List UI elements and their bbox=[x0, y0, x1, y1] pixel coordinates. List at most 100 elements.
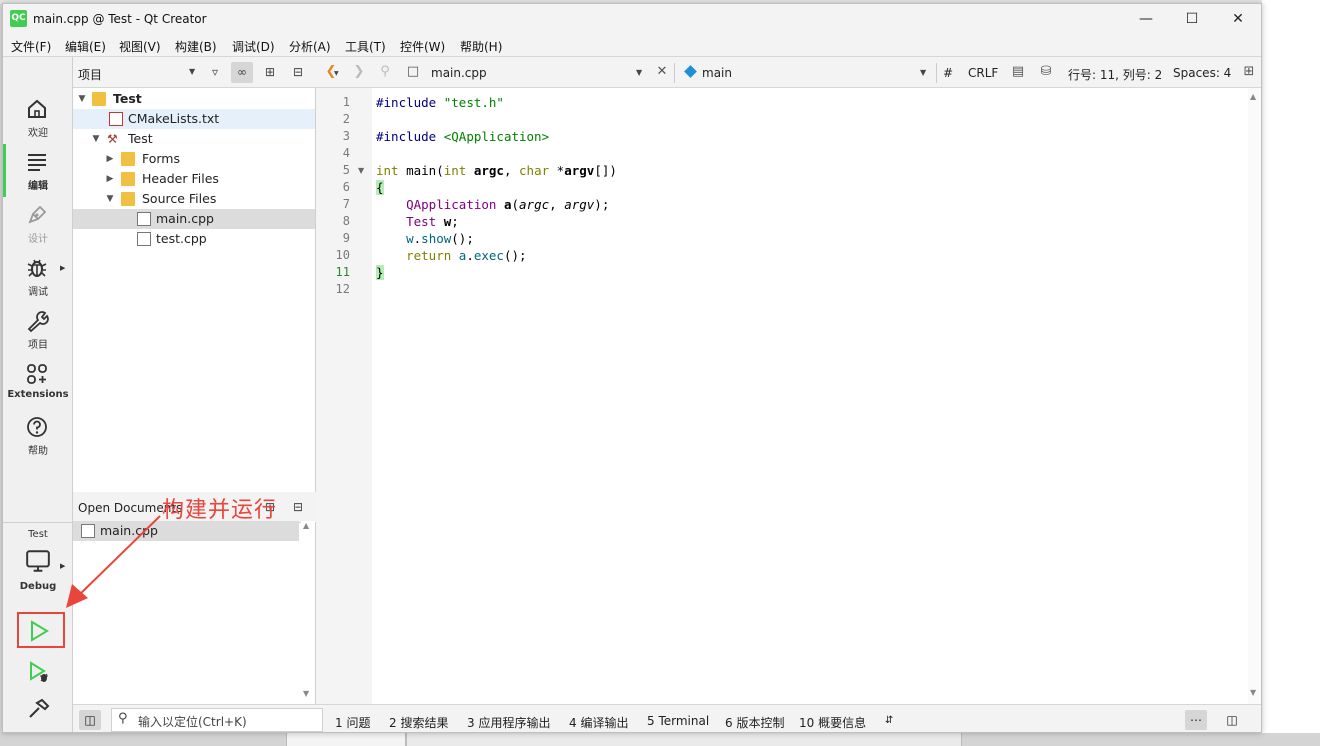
build-hammer-icon[interactable] bbox=[27, 697, 51, 721]
toggle-sidebar-icon[interactable]: ◫ bbox=[79, 710, 101, 730]
run-icon[interactable] bbox=[27, 619, 51, 643]
chevron-down-icon[interactable]: ▼ bbox=[920, 68, 926, 77]
line-ending-selector[interactable]: CRLF bbox=[968, 66, 998, 80]
cpp-file-icon bbox=[137, 232, 151, 246]
database-icon[interactable]: ⛁ bbox=[1037, 63, 1055, 81]
mode-help[interactable]: 帮助 bbox=[3, 409, 73, 462]
chevron-down-icon[interactable]: ▼ bbox=[104, 189, 116, 209]
close-icon[interactable]: ✕ bbox=[1215, 4, 1261, 34]
tree-item-target[interactable]: ▼ ⚒ Test bbox=[73, 129, 315, 149]
indentation-setting[interactable]: Spaces: 4 bbox=[1173, 66, 1231, 80]
mode-design[interactable]: 设计 bbox=[3, 197, 73, 250]
tree-item-cmakelists[interactable]: CMakeLists.txt bbox=[73, 109, 315, 129]
projects-view-selector[interactable]: 项目 bbox=[78, 66, 102, 83]
tree-item-source-files[interactable]: ▼ Source Files bbox=[73, 189, 315, 209]
close-document-icon[interactable]: ✕ bbox=[653, 63, 671, 81]
mode-edit[interactable]: 编辑 bbox=[3, 144, 73, 197]
cursor-position[interactable]: 行号: 11, 列号: 2 bbox=[1068, 66, 1162, 83]
toggle-right-sidebar-icon[interactable]: ◫ bbox=[1221, 710, 1243, 730]
line-number: 12 bbox=[335, 282, 350, 296]
line-number: 9 bbox=[342, 231, 350, 245]
tree-item-test-cpp[interactable]: test.cpp bbox=[73, 229, 315, 249]
collapse-pane-icon[interactable]: ⊟ bbox=[287, 62, 309, 83]
fold-marker-icon[interactable]: ▼ bbox=[358, 166, 364, 175]
tree-label: Forms bbox=[142, 151, 181, 166]
menu-debug[interactable]: 调试(D) bbox=[232, 38, 275, 55]
code-line-7: QApplication a(argc, argv); bbox=[406, 197, 610, 212]
qt-creator-logo-icon: QC bbox=[10, 10, 27, 27]
output-tab-compile-output[interactable]: 4 编译输出 bbox=[569, 714, 628, 731]
mode-help-label: 帮助 bbox=[28, 446, 48, 457]
tree-label: Test bbox=[113, 91, 142, 106]
mode-debug[interactable]: ▶ 调试 bbox=[3, 250, 73, 303]
output-tab-application-output[interactable]: 3 应用程序输出 bbox=[467, 714, 550, 731]
output-tab-issues[interactable]: 1 问题 bbox=[335, 714, 370, 731]
menu-build[interactable]: 构建(B) bbox=[175, 38, 217, 55]
filter-icon[interactable]: ▿ bbox=[204, 62, 226, 83]
current-symbol[interactable]: main bbox=[702, 66, 732, 80]
menu-edit[interactable]: 编辑(E) bbox=[65, 38, 106, 55]
chevron-down-icon[interactable]: ▼ bbox=[76, 89, 88, 109]
code-line-1: #include "test.h" bbox=[376, 95, 504, 110]
tree-label: test.cpp bbox=[156, 231, 207, 246]
scroll-down-icon[interactable]: ▼ bbox=[303, 689, 309, 698]
tree-item-header-files[interactable]: ▶ Header Files bbox=[73, 169, 315, 189]
code-editor[interactable]: #include "test.h" #include <QApplication… bbox=[372, 88, 1248, 704]
menu-tools[interactable]: 工具(T) bbox=[345, 38, 386, 55]
menu-analyze[interactable]: 分析(A) bbox=[289, 38, 331, 55]
chevron-down-icon[interactable]: ▼ bbox=[334, 70, 339, 77]
menu-help[interactable]: 帮助(H) bbox=[460, 38, 502, 55]
mode-debug-label: 调试 bbox=[28, 287, 48, 298]
split-add-icon[interactable]: ⊞ bbox=[1240, 63, 1258, 81]
output-tab-general-messages[interactable]: 10 概要信息 bbox=[799, 714, 866, 731]
menu-file[interactable]: 文件(F) bbox=[11, 38, 51, 55]
tree-item-root-project[interactable]: ▼ Test bbox=[73, 89, 315, 109]
tree-item-main-cpp[interactable]: main.cpp bbox=[73, 209, 315, 229]
chevron-down-icon[interactable]: ▼ bbox=[189, 67, 195, 76]
hash-button[interactable]: # bbox=[943, 66, 953, 80]
toggle-output-pane-icon[interactable]: ⋯ bbox=[1185, 710, 1207, 730]
mode-extensions-label: Extensions bbox=[7, 389, 69, 400]
code-line-11: } bbox=[376, 265, 384, 280]
output-tab-version-control[interactable]: 6 版本控制 bbox=[725, 714, 784, 731]
chevron-right-icon[interactable]: ▶ bbox=[104, 169, 116, 189]
mode-projects-label: 项目 bbox=[28, 340, 48, 351]
scroll-up-icon[interactable]: ▲ bbox=[303, 521, 309, 530]
collapse-pane-icon[interactable]: ⊟ bbox=[287, 497, 309, 518]
lock-icon[interactable]: ⚲ bbox=[376, 63, 394, 81]
forward-icon[interactable]: ❯ bbox=[350, 63, 368, 81]
menu-view[interactable]: 视图(V) bbox=[119, 38, 161, 55]
chevron-right-icon[interactable]: ▶ bbox=[104, 149, 116, 169]
line-number: 8 bbox=[342, 214, 350, 228]
target-hammer-icon: ⚒ bbox=[107, 132, 118, 146]
editor-toolbar: ❮ ▼ ❯ ⚲ □ main.cpp ▼ ✕ main ▼ # CRLF ▤ ⛁… bbox=[316, 57, 1261, 88]
home-icon bbox=[28, 99, 46, 118]
cpp-file-icon: □ bbox=[406, 64, 420, 79]
split-add-icon[interactable]: ⊞ bbox=[259, 62, 281, 83]
output-tab-search-results[interactable]: 2 搜索结果 bbox=[389, 714, 448, 731]
minimize-icon[interactable]: — bbox=[1123, 4, 1169, 34]
editor-scrollbar[interactable]: ▲ ▼ bbox=[1248, 88, 1261, 704]
chevron-down-icon[interactable]: ▼ bbox=[90, 129, 102, 149]
locator-input[interactable]: ⚲ 输入以定位(Ctrl+K) bbox=[111, 708, 323, 732]
mode-welcome[interactable]: 欢迎 bbox=[3, 91, 73, 144]
monitor-icon[interactable] bbox=[25, 548, 51, 574]
mode-extensions[interactable]: Extensions bbox=[3, 356, 73, 409]
more-tabs-icon[interactable]: ⇵ bbox=[885, 715, 893, 726]
open-documents-scrollbar[interactable]: ▲ ▼ bbox=[301, 521, 315, 704]
line-number: 3 bbox=[342, 129, 350, 143]
tree-item-forms[interactable]: ▶ Forms bbox=[73, 149, 315, 169]
scroll-down-icon[interactable]: ▼ bbox=[1250, 688, 1256, 697]
link-with-editor-icon[interactable]: ∞ bbox=[231, 62, 253, 83]
chevron-down-icon[interactable]: ▼ bbox=[636, 68, 642, 77]
output-tab-terminal[interactable]: 5 Terminal bbox=[647, 714, 709, 728]
file-encoding-icon[interactable]: ▤ bbox=[1009, 63, 1027, 81]
maximize-icon[interactable]: ☐ bbox=[1169, 4, 1215, 34]
current-file-name[interactable]: main.cpp bbox=[431, 66, 487, 80]
scroll-up-icon[interactable]: ▲ bbox=[1250, 92, 1256, 101]
mode-projects[interactable]: 项目 bbox=[3, 303, 73, 356]
menu-widgets[interactable]: 控件(W) bbox=[400, 38, 445, 55]
debug-run-icon[interactable] bbox=[27, 660, 51, 684]
line-number: 1 bbox=[342, 95, 350, 109]
mode-edit-label: 编辑 bbox=[28, 181, 48, 192]
